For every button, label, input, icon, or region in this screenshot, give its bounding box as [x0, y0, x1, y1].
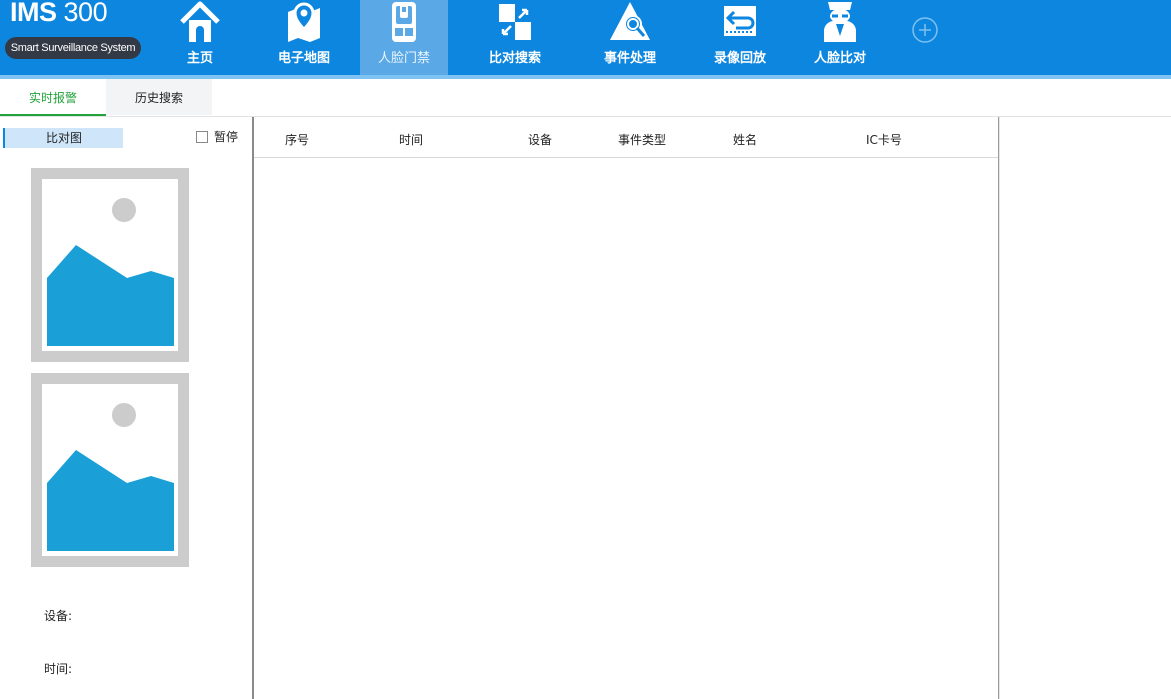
nav-label: 比对搜索: [488, 51, 541, 66]
time-label: 时间:: [44, 662, 73, 676]
access-control-icon: [392, 2, 416, 42]
column-header-time[interactable]: 时间: [399, 131, 423, 148]
nav-item-compare-search[interactable]: 比对搜索: [471, 0, 559, 75]
column-header-device[interactable]: 设备: [528, 131, 552, 148]
checkbox-box[interactable]: [196, 131, 208, 143]
tab-bar: 实时报警 历史搜索: [0, 79, 1171, 117]
brand-logo: IMS 300 Smart Surveillance System: [0, 0, 160, 75]
column-header-ic-card[interactable]: IC卡号: [866, 131, 902, 148]
reference-image-placeholder-icon: [31, 373, 189, 567]
nav-item-playback[interactable]: 录像回放: [696, 0, 784, 75]
brand-subtitle: Smart Surveillance System: [5, 37, 141, 59]
tab-history-search[interactable]: 历史搜索: [106, 79, 212, 115]
column-header-name[interactable]: 姓名: [733, 131, 757, 148]
tab-realtime-alarm[interactable]: 实时报警: [0, 79, 106, 116]
map-icon: [288, 2, 320, 42]
event-handling-icon: [610, 2, 650, 40]
home-icon: [180, 1, 220, 42]
left-panel: 比对图 暂停 设备: 时间:: [0, 117, 252, 699]
nav-label: 人脸门禁: [377, 51, 430, 66]
device-label: 设备:: [44, 609, 73, 623]
nav-item-home[interactable]: 主页: [156, 0, 244, 75]
nav-label: 主页: [186, 51, 213, 66]
nav-item-event-handling[interactable]: 事件处理: [586, 0, 674, 75]
nav-label: 录像回放: [713, 51, 766, 66]
brand-title: IMS 300: [10, 0, 108, 28]
nav-item-face-compare[interactable]: 人脸比对: [796, 0, 884, 75]
nav-label: 电子地图: [277, 51, 330, 66]
nav-item-map[interactable]: 电子地图: [260, 0, 348, 75]
compare-search-icon: [499, 4, 531, 40]
brand-number: 300: [63, 0, 108, 27]
plus-circle-icon[interactable]: [910, 15, 940, 45]
column-header-index[interactable]: 序号: [285, 131, 309, 148]
nav-label: 事件处理: [603, 51, 656, 66]
nav-label: 人脸比对: [813, 51, 866, 66]
compare-image-label: 比对图: [3, 128, 123, 148]
top-navigation-bar: IMS 300 Smart Surveillance System 主页 电子地…: [0, 0, 1171, 75]
playback-icon: [724, 6, 756, 36]
face-compare-icon: [824, 2, 856, 42]
column-header-event-type[interactable]: 事件类型: [618, 131, 666, 148]
pause-label: 暂停: [214, 130, 239, 144]
detail-pane: [999, 117, 1171, 699]
table-header: 序号 时间 设备 事件类型 姓名 IC卡号: [254, 117, 998, 158]
brand-name: IMS: [10, 0, 57, 27]
alarm-table: 序号 时间 设备 事件类型 姓名 IC卡号: [254, 117, 999, 699]
capture-image-placeholder-icon: [31, 168, 189, 362]
nav-item-face-access[interactable]: 人脸门禁: [360, 0, 448, 75]
